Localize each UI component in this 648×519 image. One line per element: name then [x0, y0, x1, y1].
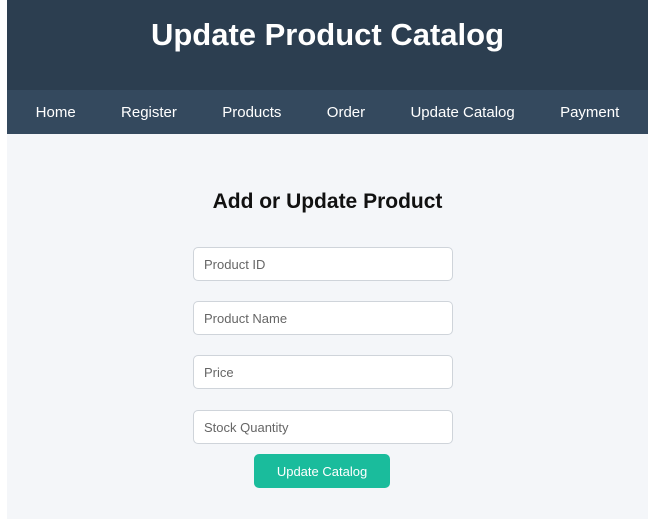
page-header: Update Product Catalog [7, 0, 648, 90]
nav-item-products[interactable]: Products [222, 104, 281, 121]
product-name-input[interactable] [193, 301, 453, 335]
page-title: Update Product Catalog [150, 17, 505, 52]
stock-quantity-input[interactable] [193, 410, 453, 444]
nav-bar: Home Register Products Order Update Cata… [7, 90, 648, 134]
price-input[interactable] [193, 355, 453, 389]
nav-item-update-catalog[interactable]: Update Catalog [410, 104, 514, 121]
nav-item-register[interactable]: Register [121, 104, 177, 121]
nav-item-order[interactable]: Order [327, 104, 365, 121]
nav-item-home[interactable]: Home [36, 104, 76, 121]
product-id-input[interactable] [193, 247, 453, 281]
nav-item-payment[interactable]: Payment [560, 104, 619, 121]
form-title: Add or Update Product [212, 190, 443, 213]
update-catalog-button[interactable]: Update Catalog [254, 454, 390, 488]
page-frame: Update Product Catalog Home Register Pro… [7, 0, 648, 519]
main-content: Add or Update Product Update Catalog [7, 134, 648, 519]
